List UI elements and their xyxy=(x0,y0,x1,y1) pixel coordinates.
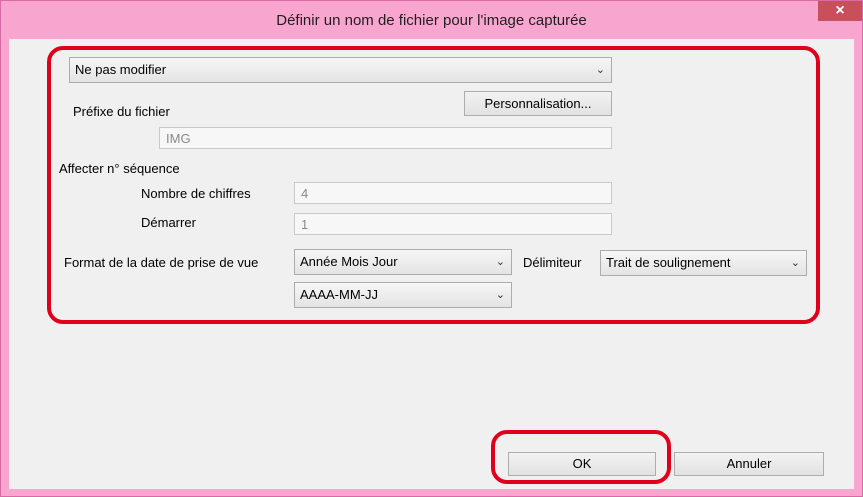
close-icon: × xyxy=(835,2,845,19)
dialog-window: Définir un nom de fichier pour l'image c… xyxy=(0,0,863,497)
customize-button[interactable]: Personnalisation... xyxy=(464,91,612,116)
title-bar[interactable]: Définir un nom de fichier pour l'image c… xyxy=(1,1,862,39)
dialog-body: Ne pas modifier ⌄ Personnalisation... Pr… xyxy=(9,39,854,489)
date-format-select[interactable]: AAAA-MM-JJ ⌄ xyxy=(294,282,512,308)
start-input[interactable]: 1 xyxy=(294,213,612,235)
prefix-input[interactable]: IMG xyxy=(159,127,612,149)
close-button[interactable]: × xyxy=(818,1,862,21)
start-label: Démarrer xyxy=(141,215,196,230)
date-order-select[interactable]: Année Mois Jour ⌄ xyxy=(294,249,512,275)
prefix-label: Préfixe du fichier xyxy=(73,104,170,119)
digits-label: Nombre de chiffres xyxy=(141,186,251,201)
delimiter-label: Délimiteur xyxy=(523,255,582,270)
cancel-button[interactable]: Annuler xyxy=(674,452,824,476)
chevron-down-icon: ⌄ xyxy=(790,257,800,269)
ok-button[interactable]: OK xyxy=(508,452,656,476)
chevron-down-icon: ⌄ xyxy=(495,256,505,268)
preset-select[interactable]: Ne pas modifier ⌄ xyxy=(69,57,612,83)
sequence-label: Affecter n° séquence xyxy=(59,161,180,176)
delimiter-select[interactable]: Trait de soulignement ⌄ xyxy=(600,250,807,276)
date-format-value: AAAA-MM-JJ xyxy=(300,287,378,302)
chevron-down-icon: ⌄ xyxy=(595,64,605,76)
preset-select-value: Ne pas modifier xyxy=(75,62,167,77)
chevron-down-icon: ⌄ xyxy=(495,289,505,301)
digits-input[interactable]: 4 xyxy=(294,182,612,204)
date-order-value: Année Mois Jour xyxy=(300,254,398,269)
date-format-label: Format de la date de prise de vue xyxy=(64,255,259,270)
delimiter-value: Trait de soulignement xyxy=(606,255,731,270)
dialog-title: Définir un nom de fichier pour l'image c… xyxy=(276,12,587,29)
